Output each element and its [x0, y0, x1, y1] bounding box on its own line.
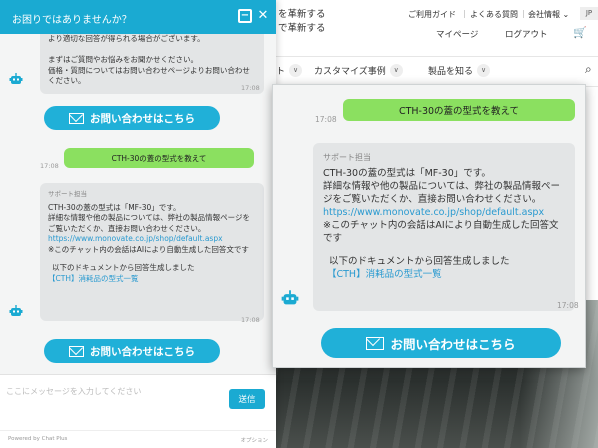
link-logout[interactable]: ログアウト	[505, 28, 548, 40]
language-selector[interactable]: JP	[580, 7, 598, 20]
robot-icon	[9, 305, 23, 316]
bot-message: より適切な回答が得られる場合がございます。 まずはご質問やお悩みをお聞かせくださ…	[40, 34, 264, 94]
chevron-down-icon: ∨	[289, 64, 303, 77]
message-time: 17:08	[557, 301, 579, 310]
message-text: CTH-30の蓋の型式は「MF-30」です。 詳細な情報や他の製品については、弊…	[48, 202, 250, 233]
bot-message: サポート担当 CTH-30の蓋の型式は「MF-30」です。 詳細な情報や他の製品…	[40, 183, 264, 321]
shop-link[interactable]: https://www.monovate.co.jp/shop/default.…	[48, 234, 256, 245]
zoomed-chat-view: CTH-30の蓋の型式を教えて 17:08 サポート担当 CTH-30の蓋の型式…	[272, 84, 586, 368]
powered-by: Powered by Chat Plus	[8, 436, 68, 442]
message-input-area: 送信	[0, 374, 276, 430]
link-mypage[interactable]: マイページ	[436, 28, 478, 40]
shop-link[interactable]: https://www.monovate.co.jp/shop/default.…	[323, 206, 565, 219]
util-divider: |	[463, 9, 466, 18]
util-divider: |	[522, 9, 525, 18]
message-input[interactable]	[6, 381, 220, 401]
nav-item-customize[interactable]: カスタマイズ事例 ∨	[314, 64, 403, 77]
chat-footer: Powered by Chat Plus オプション	[0, 430, 276, 448]
disclaimer-text: ※このチャット内の会話はAIにより自動生成した回答文です	[48, 244, 249, 254]
contact-button[interactable]: お問い合わせはこちら	[44, 106, 220, 130]
message-time: 17:08	[40, 162, 59, 170]
contact-button[interactable]: お問い合わせはこちら	[44, 339, 220, 363]
close-icon[interactable]: ✕	[256, 9, 270, 23]
search-icon[interactable]: ⌕	[585, 62, 592, 77]
site-tagline: を革新する で革新する	[278, 9, 326, 34]
nav-item-partial[interactable]: ト ∨	[276, 64, 303, 77]
nav-divider	[276, 56, 598, 57]
message-time: 17:08	[241, 84, 260, 92]
send-button[interactable]: 送信	[229, 389, 265, 409]
chat-messages: より適切な回答が得られる場合がございます。 まずはご質問やお悩みをお聞かせくださ…	[0, 34, 276, 374]
sender-name: サポート担当	[48, 190, 87, 198]
option-link[interactable]: オプション	[240, 436, 268, 444]
doc-intro: 以下のドキュメントから回答生成しました	[329, 256, 510, 267]
message-text: CTH-30の蓋の型式は「MF-30」です。 詳細な情報や他の製品については、弊…	[323, 168, 561, 205]
util-link-company[interactable]: 会社情報 ⌄	[528, 9, 569, 20]
bot-message: サポート担当 CTH-30の蓋の型式は「MF-30」です。 詳細な情報や他の製品…	[313, 143, 575, 311]
mail-icon	[366, 336, 385, 350]
minimize-icon[interactable]: −	[238, 9, 252, 23]
chat-header: お困りではありませんか？ − ✕	[0, 0, 276, 34]
doc-intro: 以下のドキュメントから回答生成しました	[52, 263, 195, 272]
chat-title: お困りではありませんか？	[12, 15, 132, 26]
chat-widget: お困りではありませんか？ − ✕ より適切な回答が得られる場合がございます。 ま…	[0, 0, 276, 448]
robot-icon	[9, 73, 23, 84]
user-message: CTH-30の蓋の型式を教えて	[64, 148, 254, 168]
message-time: 17:08	[241, 316, 260, 324]
util-link-guide[interactable]: ご利用ガイド	[408, 9, 456, 20]
mail-icon	[69, 112, 84, 124]
message-text: より適切な回答が得られる場合がございます。 まずはご質問やお悩みをお聞かせくださ…	[48, 34, 250, 85]
document-link[interactable]: 【CTH】消耗品の型式一覧	[323, 268, 565, 281]
robot-icon	[281, 290, 299, 305]
mail-icon	[69, 345, 84, 357]
chevron-down-icon: ∨	[389, 64, 403, 77]
cart-icon[interactable]: 🛒	[573, 26, 587, 39]
nav-item-products[interactable]: 製品を知る ∨	[428, 64, 491, 77]
contact-button[interactable]: お問い合わせはこちら	[321, 328, 561, 358]
disclaimer-text: ※このチャット内の会話はAIにより自動生成した回答文です	[323, 220, 559, 244]
util-link-faq[interactable]: よくある質問	[470, 9, 518, 20]
message-time: 17:08	[315, 115, 337, 124]
sender-name: サポート担当	[323, 153, 371, 162]
document-link[interactable]: 【CTH】消耗品の型式一覧	[48, 274, 256, 285]
chevron-down-icon: ∨	[477, 64, 491, 77]
user-message: CTH-30の蓋の型式を教えて	[343, 99, 575, 121]
